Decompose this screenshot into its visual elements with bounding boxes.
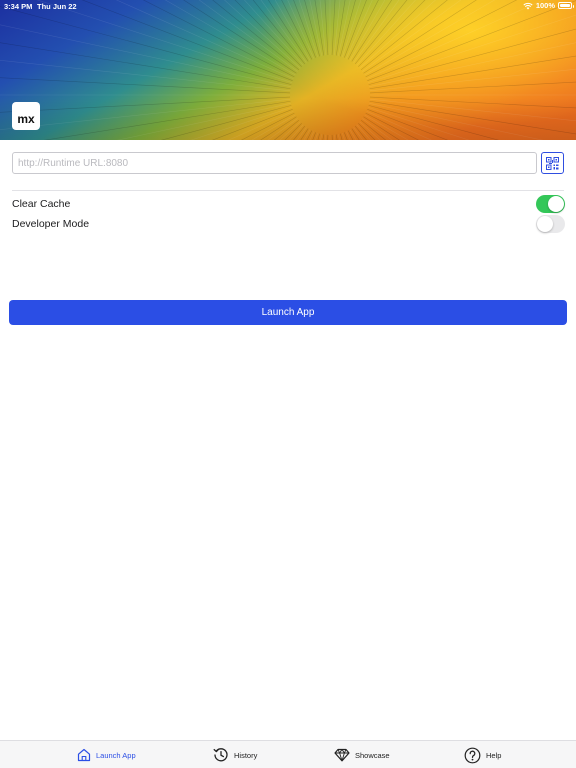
clear-cache-label: Clear Cache — [12, 198, 71, 210]
tab-label: Launch App — [96, 750, 136, 760]
tab-label: Showcase — [355, 750, 390, 760]
toggle-knob — [548, 196, 564, 212]
battery-percent: 100% — [535, 1, 555, 10]
home-icon — [77, 748, 91, 762]
status-bar: 3:34 PM Thu Jun 22 100% — [0, 0, 576, 12]
qr-scan-button[interactable] — [541, 152, 564, 174]
tab-label: Help — [486, 750, 502, 760]
battery-icon — [558, 2, 574, 9]
toggle-knob — [537, 216, 553, 232]
developer-mode-label: Developer Mode — [12, 218, 90, 230]
runtime-url-input[interactable] — [12, 152, 537, 174]
tab-launch-app[interactable]: Launch App — [77, 745, 136, 765]
history-icon — [213, 748, 228, 762]
status-date: Thu Jun 22 — [37, 2, 77, 11]
clear-cache-toggle[interactable] — [536, 195, 565, 213]
tab-history[interactable]: History — [213, 745, 257, 765]
launch-app-button[interactable]: Launch App — [9, 300, 567, 325]
status-right: 100% — [523, 1, 574, 10]
qr-code-icon — [546, 156, 559, 170]
settings-divider — [12, 190, 564, 191]
status-time: 3:34 PM — [4, 2, 33, 11]
wifi-icon — [523, 2, 533, 9]
tab-bar: Launch App History Showcase Help — [0, 740, 576, 768]
tab-showcase[interactable]: Showcase — [334, 745, 390, 765]
help-icon — [464, 747, 481, 763]
mx-logo: mx — [12, 102, 40, 130]
battery-fill — [560, 4, 570, 7]
banner-shade — [0, 0, 576, 140]
header-banner — [0, 0, 576, 140]
diamond-icon — [334, 748, 350, 762]
tab-help[interactable]: Help — [464, 745, 501, 765]
developer-mode-toggle[interactable] — [536, 215, 565, 233]
tab-label: History — [234, 750, 258, 760]
